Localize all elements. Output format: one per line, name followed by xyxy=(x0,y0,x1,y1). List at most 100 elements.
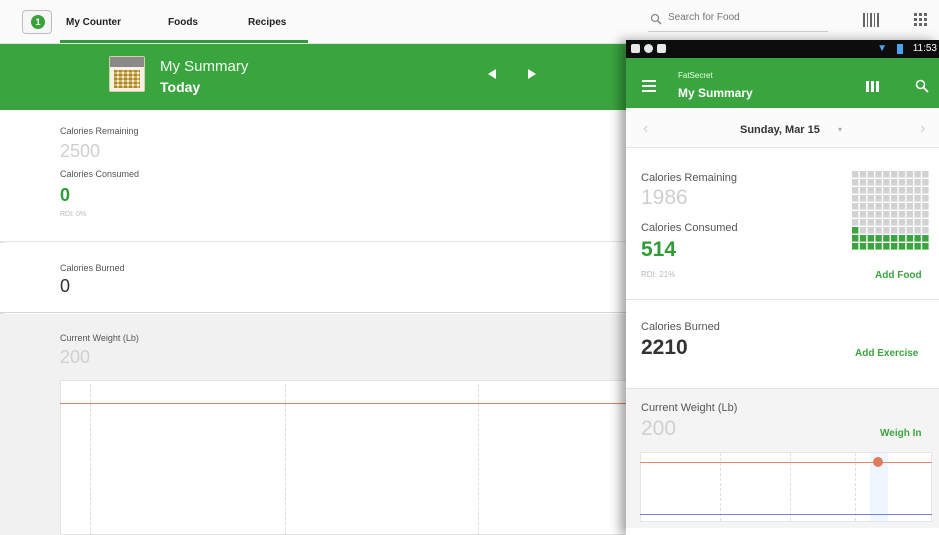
calories-burned-value: 0 xyxy=(60,276,71,296)
app-logo-button[interactable]: 1 xyxy=(22,10,52,34)
phone-current-weight-value: 200 xyxy=(641,417,677,440)
calorie-grid-cell xyxy=(906,219,913,226)
notification-icon xyxy=(631,44,640,53)
fatsecret-logo-icon: 1 xyxy=(31,15,45,29)
grid-menu-icon[interactable] xyxy=(913,12,929,28)
phone-current-weight-label: Current Weight (Lb) xyxy=(641,402,738,414)
calorie-grid-cell xyxy=(914,187,921,194)
phone-rdi-note: RDI: 21% xyxy=(641,270,676,279)
calorie-grid-cell xyxy=(914,195,921,202)
calorie-grid-cell xyxy=(867,235,874,242)
calendar-icon[interactable] xyxy=(109,56,145,92)
menu-icon[interactable] xyxy=(642,80,656,92)
calorie-grid-cell xyxy=(883,243,890,250)
burned-panel xyxy=(0,243,630,313)
calories-remaining-label: Calories Remaining xyxy=(60,126,139,136)
calorie-grid-cell xyxy=(914,211,921,218)
calorie-grid-cell xyxy=(922,171,929,178)
calorie-grid-cell xyxy=(883,227,890,234)
calorie-grid-cell xyxy=(859,171,867,178)
next-day-icon[interactable] xyxy=(528,69,536,79)
barcode-icon[interactable] xyxy=(862,12,880,28)
calorie-grid-cell xyxy=(875,195,882,202)
calorie-grid-cell xyxy=(891,171,898,178)
tab-foods[interactable]: Foods xyxy=(168,17,198,28)
calorie-grid-cell xyxy=(852,171,859,178)
calorie-grid-cell xyxy=(875,211,882,218)
calorie-grid-cell xyxy=(898,227,906,234)
previous-date-icon[interactable]: ‹ xyxy=(643,120,648,138)
calorie-grid-cell xyxy=(898,203,906,210)
chevron-down-icon[interactable]: ▾ xyxy=(838,125,842,134)
calorie-grid-cell xyxy=(852,243,859,250)
weigh-in-link[interactable]: Weigh In xyxy=(880,428,921,439)
calorie-grid-cell xyxy=(867,211,874,218)
calorie-grid-cell xyxy=(891,219,898,226)
calorie-grid-cell xyxy=(922,195,929,202)
food-search[interactable] xyxy=(648,10,828,32)
calorie-grid-cell xyxy=(867,195,874,202)
rdi-note: RDI: 0% xyxy=(60,211,87,218)
calorie-grid-cell xyxy=(867,171,874,178)
calorie-grid-cell xyxy=(883,211,890,218)
calorie-grid-cell xyxy=(922,243,929,250)
calorie-grid-cell xyxy=(859,179,867,186)
calorie-grid-cell xyxy=(859,203,867,210)
page-subtitle: Today xyxy=(160,79,201,95)
calorie-grid-cell xyxy=(914,171,921,178)
image-icon xyxy=(657,44,666,53)
calorie-grid-cell xyxy=(914,243,921,250)
tab-my-counter[interactable]: My Counter xyxy=(66,17,121,28)
phone-calories-burned-value: 2210 xyxy=(641,336,688,359)
calorie-grid-cell xyxy=(859,235,867,242)
chart-gridline xyxy=(720,453,721,521)
goal-line xyxy=(640,514,932,515)
calorie-grid-cell xyxy=(867,243,874,250)
calorie-grid-cell xyxy=(922,187,929,194)
weight-data-point[interactable] xyxy=(873,457,883,467)
selected-date[interactable]: Sunday, Mar 15 xyxy=(740,124,820,136)
calorie-grid-cell xyxy=(906,235,913,242)
previous-day-icon[interactable] xyxy=(488,69,496,79)
search-icon xyxy=(650,13,662,25)
tab-recipes[interactable]: Recipes xyxy=(248,17,286,28)
chart-gridline xyxy=(478,384,479,535)
calorie-grid-cell xyxy=(898,179,906,186)
calorie-grid-cell xyxy=(867,227,874,234)
calorie-grid-cell xyxy=(914,235,921,242)
calorie-grid-cell xyxy=(898,195,906,202)
search-icon[interactable] xyxy=(915,79,929,93)
calorie-grid-cell xyxy=(875,235,882,242)
calorie-grid-cell xyxy=(898,219,906,226)
calorie-grid-cell xyxy=(852,227,859,234)
chart-gridline xyxy=(90,384,91,535)
calorie-grid-cell xyxy=(883,219,890,226)
calorie-grid-cell xyxy=(875,227,882,234)
calorie-grid-cell xyxy=(891,211,898,218)
calorie-grid-cell xyxy=(898,187,906,194)
calorie-grid-cell xyxy=(906,179,913,186)
add-food-link[interactable]: Add Food xyxy=(875,270,922,281)
calorie-grid-cell xyxy=(859,211,867,218)
phone-weight-line xyxy=(640,462,932,463)
chart-gridline xyxy=(285,384,286,535)
calories-remaining-value: 2500 xyxy=(60,141,101,161)
calorie-grid-cell xyxy=(906,171,913,178)
calorie-grid-cell xyxy=(883,203,890,210)
calorie-grid-cell xyxy=(922,235,929,242)
search-input[interactable] xyxy=(668,12,818,23)
calorie-grid-cell xyxy=(859,187,867,194)
calorie-grid-cell xyxy=(898,235,906,242)
next-date-icon[interactable]: › xyxy=(920,120,925,138)
page-title: My Summary xyxy=(160,58,249,75)
top-navigation-bar: 1 My Counter Foods Recipes xyxy=(0,0,939,44)
barcode-scan-icon[interactable] xyxy=(866,81,880,92)
calorie-grid-cell xyxy=(867,203,874,210)
calories-consumed-value: 0 xyxy=(60,185,71,205)
calorie-grid-cell xyxy=(875,171,882,178)
calorie-grid-cell xyxy=(914,203,921,210)
calorie-grid-cell xyxy=(891,187,898,194)
add-exercise-link[interactable]: Add Exercise xyxy=(855,348,918,359)
calorie-grid-cell xyxy=(891,227,898,234)
calorie-grid-cell xyxy=(852,203,859,210)
